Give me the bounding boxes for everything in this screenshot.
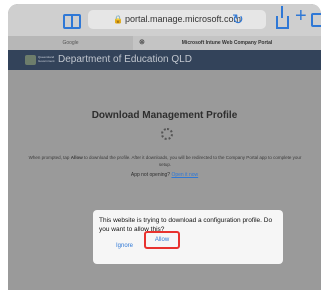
safari-toolbar: 🔒 portal.manage.microsoft.com ↻ +: [8, 4, 321, 36]
tab-intune-portal[interactable]: ⊗ Microsoft Intune Web Company Portal: [133, 36, 321, 50]
dialog-message: This website is trying to download a con…: [99, 217, 273, 233]
qld-crest-logo: [25, 55, 36, 65]
instruction-allow: Allow: [70, 155, 83, 160]
tab-label: Microsoft Intune Web Company Portal: [181, 40, 273, 46]
reload-icon[interactable]: ↻: [232, 10, 244, 28]
url-text: portal.manage.microsoft.com: [124, 14, 241, 24]
instruction-end: to download the profile. After it downlo…: [83, 155, 302, 167]
instruction-start: When prompted, tap: [28, 155, 70, 160]
close-tab-icon[interactable]: ⊗: [139, 36, 145, 50]
ignore-button[interactable]: Ignore: [116, 243, 133, 249]
page-title: Download Management Profile: [91, 110, 238, 121]
instruction-text: When prompted, tap Allow to download the…: [24, 154, 306, 168]
download-permission-dialog: This website is trying to download a con…: [93, 210, 283, 264]
tab-label: Google: [62, 40, 79, 46]
government-label: Queensland Government: [38, 55, 55, 63]
help-line: App not opening? Open it now: [8, 172, 321, 178]
allow-button[interactable]: Allow: [144, 231, 180, 249]
department-banner: Queensland Government Department of Educ…: [8, 50, 321, 70]
allow-label: Allow: [154, 237, 170, 243]
department-title: Department of Education QLD: [58, 54, 192, 65]
lock-icon: 🔒: [112, 15, 123, 24]
loading-spinner-icon: [161, 128, 173, 140]
tab-strip: Google ⊗ Microsoft Intune Web Company Po…: [8, 36, 321, 50]
help-prefix: App not opening?: [130, 172, 171, 178]
bookmarks-icon[interactable]: [63, 14, 81, 29]
open-app-link[interactable]: Open it now: [171, 172, 198, 178]
new-tab-icon[interactable]: +: [295, 6, 307, 26]
tabs-overview-icon[interactable]: [311, 13, 321, 27]
share-icon[interactable]: [276, 6, 289, 29]
tab-google[interactable]: Google: [8, 36, 134, 50]
